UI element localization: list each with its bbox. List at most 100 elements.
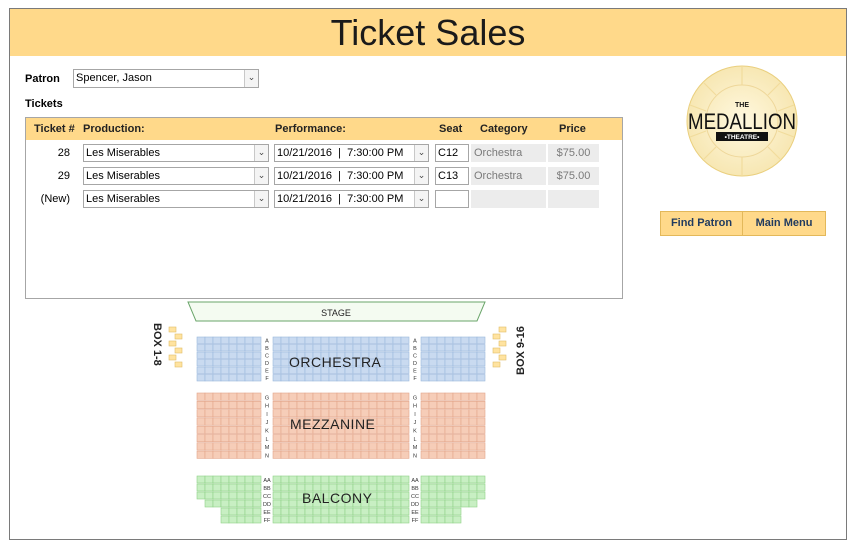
orchestra-seat[interactable] <box>444 366 454 374</box>
mezzanine-seat[interactable] <box>236 417 246 426</box>
balcony-seat[interactable] <box>420 499 430 508</box>
box-seat[interactable] <box>168 340 177 347</box>
orchestra-seat[interactable] <box>468 359 478 367</box>
mezzanine-seat[interactable] <box>320 392 330 401</box>
orchestra-seat[interactable] <box>220 351 230 359</box>
mezzanine-seat[interactable] <box>236 434 246 443</box>
orchestra-seat[interactable] <box>272 374 282 382</box>
mezzanine-seat[interactable] <box>376 392 386 401</box>
mezzanine-seat[interactable] <box>220 401 230 409</box>
orchestra-seat[interactable] <box>384 351 394 359</box>
balcony-seat[interactable] <box>360 515 370 524</box>
orchestra-seat[interactable] <box>400 336 410 344</box>
mezzanine-seat[interactable] <box>384 401 394 409</box>
mezzanine-seat[interactable] <box>420 409 430 418</box>
mezzanine-seat[interactable] <box>272 442 282 451</box>
mezzanine-seat[interactable] <box>196 450 206 459</box>
balcony-seat[interactable] <box>436 507 446 516</box>
mezzanine-seat[interactable] <box>368 442 378 451</box>
balcony-seat[interactable] <box>296 475 306 484</box>
mezzanine-seat[interactable] <box>400 450 410 459</box>
orchestra-seat[interactable] <box>460 336 470 344</box>
mezzanine-seat[interactable] <box>352 392 362 401</box>
main-menu-button[interactable]: Main Menu <box>743 212 825 235</box>
balcony-seat[interactable] <box>452 515 462 524</box>
mezzanine-seat[interactable] <box>320 450 330 459</box>
mezzanine-seat[interactable] <box>272 417 282 426</box>
mezzanine-seat[interactable] <box>344 392 354 401</box>
orchestra-seat[interactable] <box>428 366 438 374</box>
mezzanine-seat[interactable] <box>244 434 254 443</box>
balcony-seat[interactable] <box>244 515 254 524</box>
orchestra-seat[interactable] <box>252 351 262 359</box>
balcony-seat[interactable] <box>420 475 430 484</box>
orchestra-seat[interactable] <box>384 359 394 367</box>
balcony-seat[interactable] <box>244 499 254 508</box>
balcony-seat[interactable] <box>328 475 338 484</box>
box-seat[interactable] <box>174 347 183 354</box>
balcony-seat[interactable] <box>236 491 246 500</box>
mezzanine-seat[interactable] <box>452 401 462 409</box>
mezzanine-seat[interactable] <box>272 450 282 459</box>
chevron-down-icon[interactable]: ⌄ <box>414 168 428 184</box>
mezzanine-seat[interactable] <box>220 425 230 434</box>
orchestra-seat[interactable] <box>344 374 354 382</box>
mezzanine-seat[interactable] <box>376 425 386 434</box>
orchestra-seat[interactable] <box>476 344 486 352</box>
mezzanine-seat[interactable] <box>392 409 402 418</box>
balcony-seat[interactable] <box>204 483 214 492</box>
balcony-seat[interactable] <box>352 475 362 484</box>
balcony-seat[interactable] <box>280 507 290 516</box>
mezzanine-seat[interactable] <box>384 442 394 451</box>
mezzanine-seat[interactable] <box>228 450 238 459</box>
mezzanine-seat[interactable] <box>420 425 430 434</box>
mezzanine-seat[interactable] <box>252 392 262 401</box>
mezzanine-seat[interactable] <box>392 401 402 409</box>
mezzanine-seat[interactable] <box>392 450 402 459</box>
mezzanine-seat[interactable] <box>476 450 486 459</box>
mezzanine-seat[interactable] <box>428 442 438 451</box>
mezzanine-seat[interactable] <box>400 417 410 426</box>
mezzanine-seat[interactable] <box>376 442 386 451</box>
balcony-seat[interactable] <box>212 475 222 484</box>
orchestra-seat[interactable] <box>344 344 354 352</box>
orchestra-seat[interactable] <box>312 344 322 352</box>
mezzanine-seat[interactable] <box>420 392 430 401</box>
mezzanine-seat[interactable] <box>220 392 230 401</box>
chevron-down-icon[interactable]: ⌄ <box>414 191 428 207</box>
mezzanine-seat[interactable] <box>436 450 446 459</box>
balcony-seat[interactable] <box>344 475 354 484</box>
orchestra-seat[interactable] <box>228 374 238 382</box>
orchestra-seat[interactable] <box>272 359 282 367</box>
balcony-seat[interactable] <box>280 475 290 484</box>
orchestra-seat[interactable] <box>196 366 206 374</box>
orchestra-seat[interactable] <box>476 374 486 382</box>
balcony-seat[interactable] <box>252 499 262 508</box>
orchestra-seat[interactable] <box>244 374 254 382</box>
mezzanine-seat[interactable] <box>304 392 314 401</box>
performance-combobox[interactable]: 10/21/2016 | 7:30:00 PM ⌄ <box>274 144 429 162</box>
orchestra-seat[interactable] <box>468 336 478 344</box>
balcony-seat[interactable] <box>272 483 282 492</box>
mezzanine-seat[interactable] <box>220 417 230 426</box>
balcony-seat[interactable] <box>280 499 290 508</box>
balcony-seat[interactable] <box>436 483 446 492</box>
balcony-seat[interactable] <box>444 499 454 508</box>
balcony-seat[interactable] <box>384 507 394 516</box>
balcony-seat[interactable] <box>220 475 230 484</box>
balcony-seat[interactable] <box>436 515 446 524</box>
orchestra-seat[interactable] <box>420 374 430 382</box>
mezzanine-seat[interactable] <box>384 434 394 443</box>
orchestra-seat[interactable] <box>368 344 378 352</box>
orchestra-seat[interactable] <box>296 336 306 344</box>
orchestra-seat[interactable] <box>392 344 402 352</box>
mezzanine-seat[interactable] <box>428 401 438 409</box>
balcony-seat[interactable] <box>328 515 338 524</box>
mezzanine-seat[interactable] <box>476 392 486 401</box>
mezzanine-seat[interactable] <box>196 392 206 401</box>
balcony-seat[interactable] <box>204 475 214 484</box>
orchestra-seat[interactable] <box>244 359 254 367</box>
orchestra-seat[interactable] <box>244 344 254 352</box>
orchestra-seat[interactable] <box>400 366 410 374</box>
mezzanine-seat[interactable] <box>336 401 346 409</box>
